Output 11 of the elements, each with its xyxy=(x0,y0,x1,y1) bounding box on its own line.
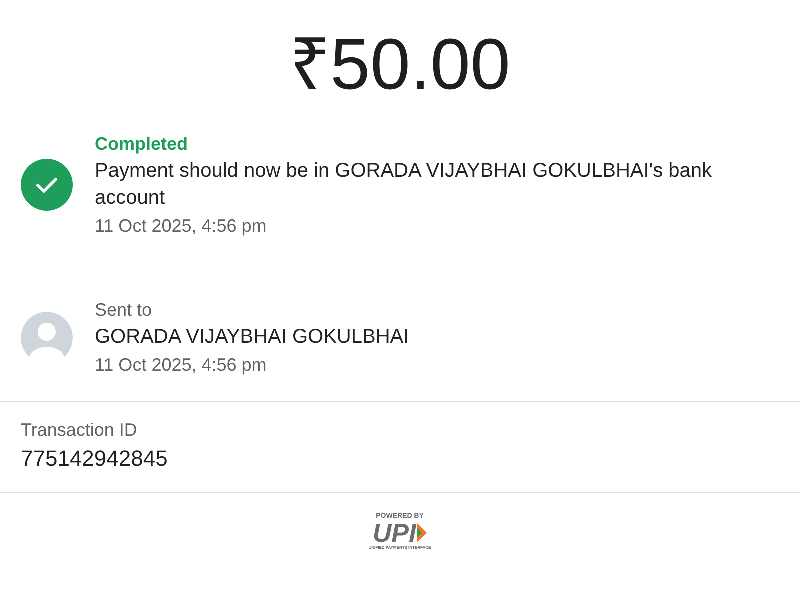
transaction-id-label: Transaction ID xyxy=(21,419,138,442)
avatar-icon xyxy=(21,312,73,364)
sent-to-label: Sent to xyxy=(95,299,154,322)
transaction-id: 775142942845 xyxy=(21,445,169,473)
upi-logo: UPI xyxy=(372,521,428,545)
recipient-name: GORADA VIJAYBHAI GOKULBHAI xyxy=(95,325,410,350)
amount: ₹50.00 xyxy=(288,24,512,107)
sent-time: 11 Oct 2025, 4:56 pm xyxy=(95,354,268,377)
status-time: 11 Oct 2025, 4:56 pm xyxy=(95,215,268,238)
status-message: Payment should now be in GORADA VIJAYBHAI GOKULBHAI's bank account xyxy=(95,159,714,211)
status-label: Completed xyxy=(95,133,190,156)
